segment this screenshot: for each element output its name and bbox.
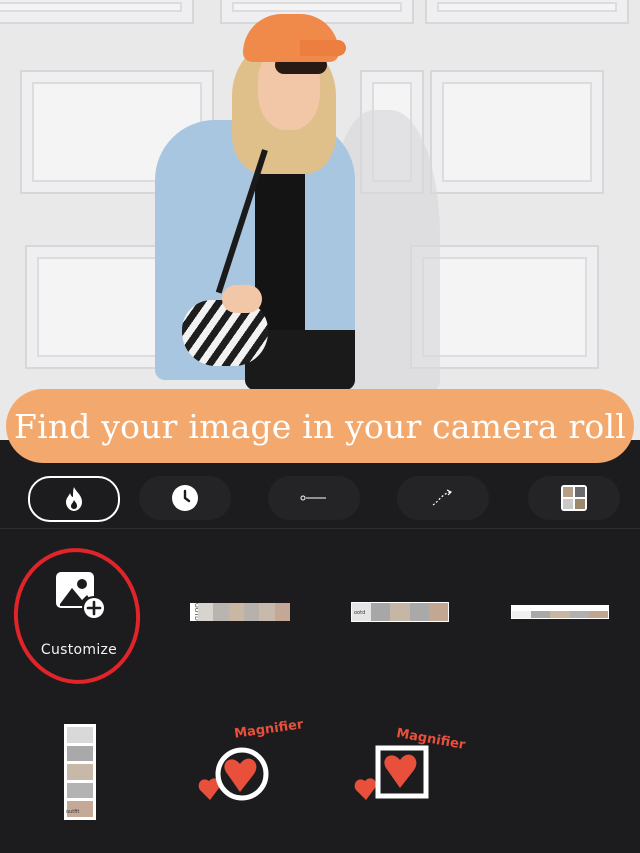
- tab-recent[interactable]: [139, 476, 231, 520]
- swatch: [67, 727, 93, 743]
- arrow-curve-icon: [432, 489, 453, 506]
- garage-panel: [0, 0, 194, 24]
- swatch: [198, 603, 214, 621]
- photo-background: [0, 0, 640, 440]
- palette-sticker-1[interactable]: OOTD: [190, 603, 290, 621]
- palette-swatches: [511, 605, 609, 619]
- garage-panel: [430, 70, 604, 194]
- swatch: [274, 603, 290, 621]
- tab-popular[interactable]: [28, 476, 120, 522]
- swatch: [371, 603, 391, 621]
- swatch: [512, 611, 532, 618]
- person-hand: [222, 285, 262, 313]
- swatch: [213, 603, 229, 621]
- swatch: [550, 611, 570, 618]
- palette-swatches: [64, 724, 96, 820]
- magnifier-sticker-circle[interactable]: Magnifier: [192, 717, 304, 822]
- garage-panel: [425, 0, 629, 24]
- swatch: [259, 603, 275, 621]
- instruction-banner: Find your image in your camera roll: [6, 389, 634, 463]
- swatch: [409, 603, 429, 621]
- tab-collage[interactable]: [528, 476, 620, 520]
- cap-brim: [300, 40, 346, 56]
- customize-label: Customize: [40, 642, 118, 658]
- palette-sticker-3[interactable]: [511, 605, 609, 619]
- palette-sticker-2[interactable]: ootd: [351, 602, 449, 622]
- banner-text: Find your image in your camera roll: [13, 406, 626, 446]
- sticker-category-toolbar: [0, 470, 640, 529]
- swatch: [67, 745, 93, 762]
- palette-tag: ootd: [354, 610, 366, 616]
- palette-swatches: [198, 603, 290, 621]
- tab-lines[interactable]: [268, 476, 360, 520]
- add-image-icon: [56, 572, 106, 620]
- swatch: [67, 764, 93, 780]
- magnifier-sticker-square[interactable]: Magnifier: [350, 726, 466, 822]
- line-icon: [300, 495, 326, 501]
- clock-icon: [172, 485, 198, 511]
- palette-tag: outfit: [66, 809, 80, 815]
- customize-sticker-button[interactable]: Customize: [5, 539, 149, 693]
- swatch: [428, 603, 449, 621]
- swatch: [588, 611, 609, 618]
- swatch: [390, 603, 410, 621]
- swatch: [67, 782, 93, 799]
- swatch: [243, 603, 260, 621]
- swatch: [569, 611, 589, 618]
- tab-arrows[interactable]: [397, 476, 489, 520]
- swatch: [228, 603, 244, 621]
- swatch: [531, 611, 551, 618]
- flame-icon: [66, 487, 82, 511]
- grid-icon: [561, 485, 587, 511]
